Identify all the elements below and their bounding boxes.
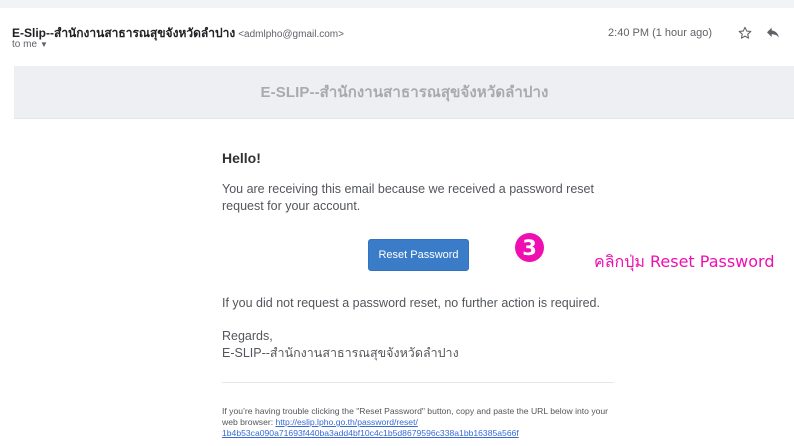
subcopy-paragraph: If you’re having trouble clicking the "R… xyxy=(222,406,620,439)
regards-text: Regards, xyxy=(222,329,273,343)
banner-title[interactable]: E-SLIP--สำนักงานสาธารณสุขจังหวัดลำปาง xyxy=(261,80,549,104)
intro-paragraph: You are receiving this email because we … xyxy=(222,182,594,213)
reset-password-button[interactable]: Reset Password xyxy=(368,239,469,271)
outro-paragraph: If you did not request a password reset,… xyxy=(222,296,600,310)
sender-email[interactable]: <admlpho@gmail.com> xyxy=(238,29,344,40)
step-instruction: คลิกปุ่ม Reset Password xyxy=(594,252,775,271)
banner-divider xyxy=(14,118,794,119)
step-number-badge: 3 xyxy=(515,233,544,262)
reset-url-line1: http://eslip.lpho.go.th/password/reset/ xyxy=(275,417,418,427)
card-divider xyxy=(222,382,614,383)
greeting-heading: Hello! xyxy=(222,150,261,166)
reply-icon[interactable] xyxy=(764,24,782,42)
email-banner: E-SLIP--สำนักงานสาธารณสุขจังหวัดลำปาง xyxy=(14,66,794,118)
signature-text: E-SLIP--สำนักงานสาธารณสุขจังหวัดลำปาง xyxy=(222,346,459,360)
top-divider xyxy=(0,0,794,8)
sender-name[interactable]: E-Slip--สำนักงานสาธารณสุขจังหวัดลำปาง xyxy=(12,26,235,40)
star-icon[interactable] xyxy=(736,24,754,42)
email-header: E-Slip--สำนักงานสาธารณสุขจังหวัดลำปาง <ad… xyxy=(12,24,782,56)
recipient-dropdown[interactable]: to me ▼ xyxy=(12,39,48,50)
regards-block: Regards, E-SLIP--สำนักงานสาธารณสุขจังหวั… xyxy=(222,328,614,362)
caret-down-icon: ▼ xyxy=(40,40,48,49)
timestamp: 2:40 PM (1 hour ago) xyxy=(608,27,712,39)
header-actions: 2:40 PM (1 hour ago) xyxy=(608,24,782,42)
recipient-label: to me xyxy=(12,39,38,50)
reset-url-line2: 1b4b53ca090a71693f440ba3add4bf10c4c1b5d8… xyxy=(222,428,519,438)
